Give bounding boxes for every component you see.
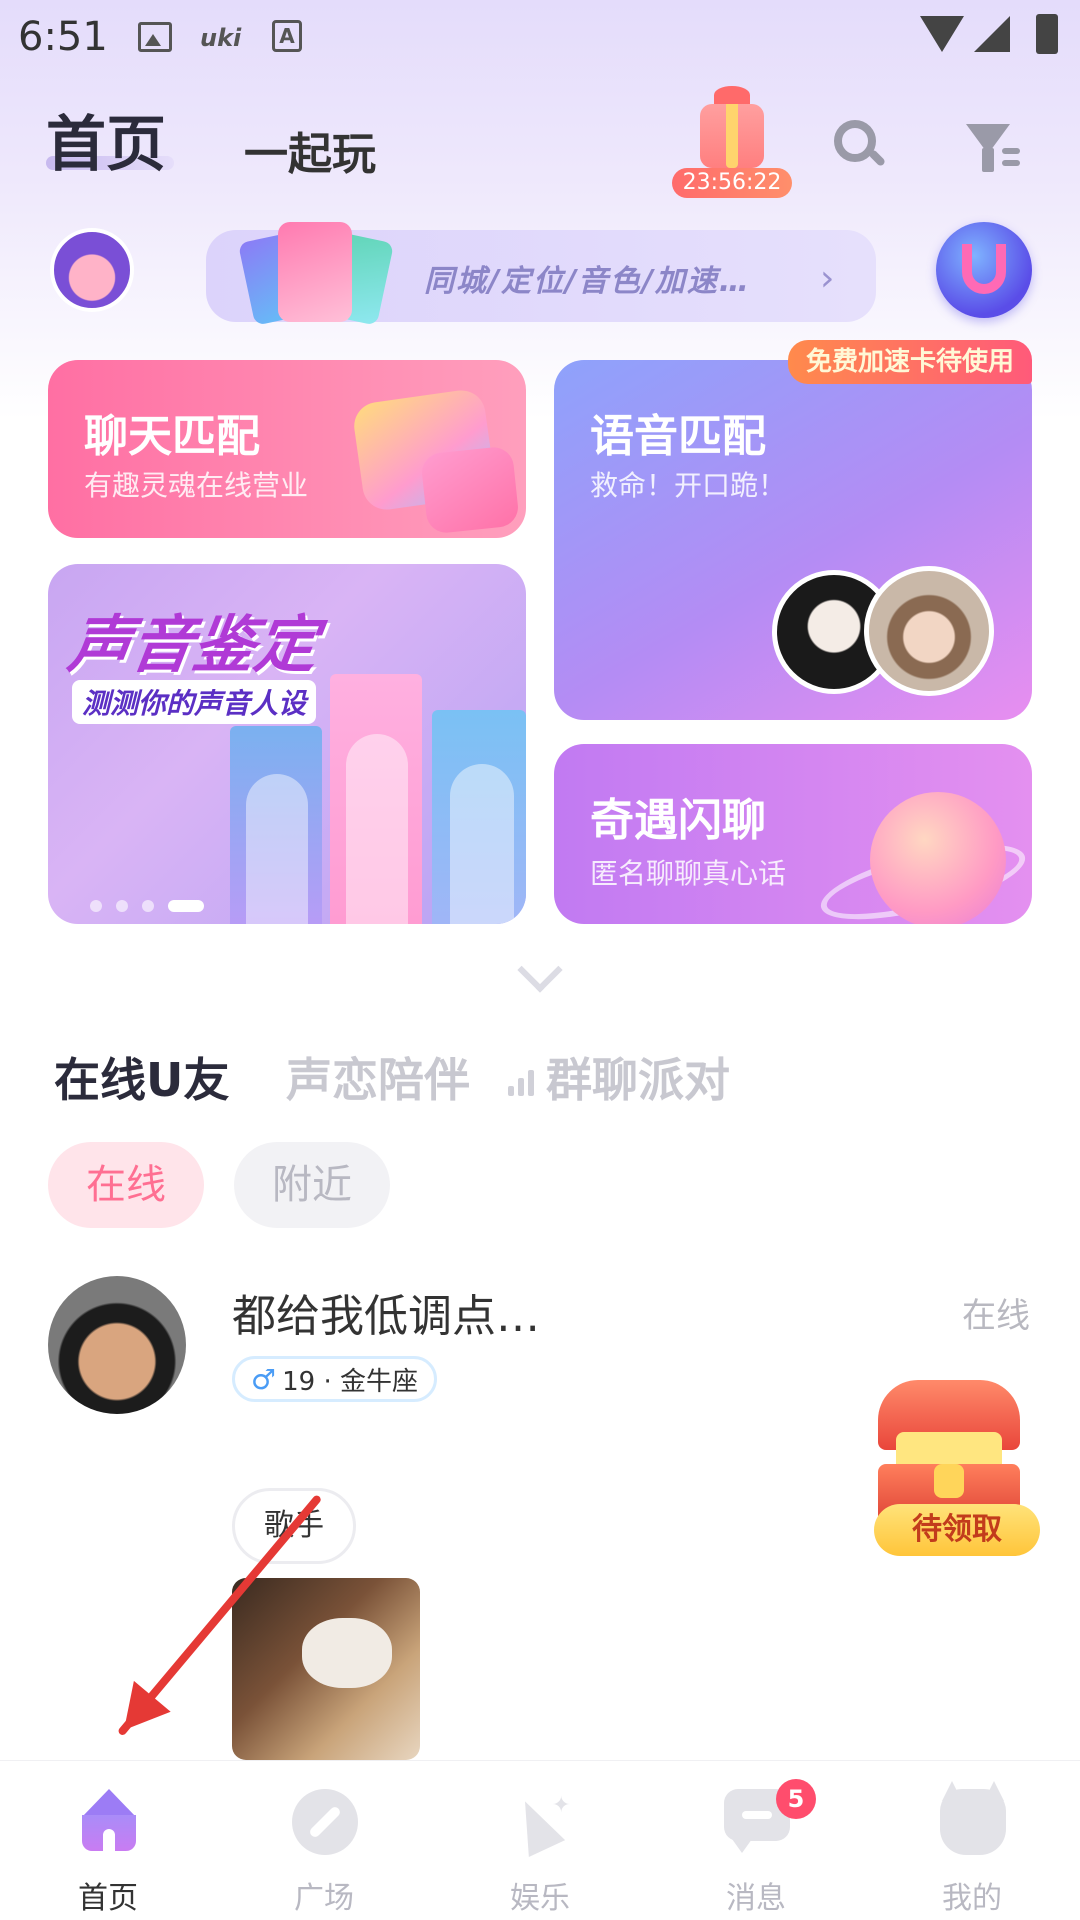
tab-play-together[interactable]: 一起玩 bbox=[244, 118, 376, 182]
chevron-right-icon: › bbox=[820, 258, 835, 299]
chevron-down-icon[interactable] bbox=[514, 960, 564, 986]
voice-test-banner[interactable]: 声音鉴定 测测你的声音人设 bbox=[48, 564, 526, 924]
card-title: 奇遇闪聊 bbox=[590, 795, 766, 846]
banner-title: 声音鉴定 bbox=[64, 608, 323, 681]
nav-item-messages[interactable]: 5 消息 bbox=[648, 1761, 864, 1920]
nav-label: 广场 bbox=[294, 1881, 354, 1916]
status-bar: 6:51 uki A bbox=[0, 0, 1080, 76]
uki-icon: uki bbox=[200, 24, 242, 52]
status-time: 6:51 bbox=[18, 14, 108, 60]
card-subtitle: 有趣灵魂在线营业 bbox=[84, 469, 309, 502]
card-subtitle: 匿名聊聊真心话 bbox=[590, 857, 787, 890]
chip-nearby[interactable]: 附近 bbox=[234, 1142, 390, 1228]
tab-online-friends[interactable]: 在线U友 bbox=[54, 1044, 229, 1110]
carousel-dot-active bbox=[168, 900, 204, 912]
battery-icon bbox=[1036, 14, 1058, 54]
bottom-navigation: 首页 广场 ✦ 娱乐 5 消息 我的 bbox=[0, 1760, 1080, 1920]
tab-voice-companion[interactable]: 声恋陪伴 bbox=[286, 1044, 470, 1110]
accessibility-icon: A bbox=[272, 20, 302, 52]
silhouette-icon bbox=[346, 734, 408, 924]
cards-illustration-icon bbox=[237, 222, 395, 326]
filter-icon[interactable] bbox=[966, 124, 1026, 174]
user-photo[interactable] bbox=[232, 1578, 420, 1760]
nav-item-me[interactable]: 我的 bbox=[864, 1761, 1080, 1920]
banner-text: 同城/定位/音色/加速… bbox=[424, 264, 751, 299]
planet-icon bbox=[870, 792, 1006, 924]
compass-icon bbox=[292, 1789, 358, 1855]
chat-bubble-icon bbox=[420, 445, 520, 535]
image-icon bbox=[138, 22, 172, 52]
nav-label: 我的 bbox=[942, 1881, 1002, 1916]
silhouette-icon bbox=[246, 774, 308, 924]
user-info-tag: ♂ 19 · 金牛座 bbox=[232, 1356, 437, 1402]
user-name[interactable]: 都给我低调点… bbox=[232, 1280, 540, 1344]
card-subtitle: 救命！开口跪！ bbox=[590, 469, 787, 502]
voice-match-card[interactable]: 语音匹配 救命！开口跪！ bbox=[554, 360, 1032, 720]
card-title: 语音匹配 bbox=[590, 411, 766, 462]
nav-item-entertainment[interactable]: ✦ 娱乐 bbox=[432, 1761, 648, 1920]
nav-item-home[interactable]: 首页 bbox=[0, 1761, 216, 1920]
nav-label: 消息 bbox=[726, 1881, 786, 1916]
tab-group-party[interactable]: 群聊派对 bbox=[546, 1044, 730, 1110]
carousel-dot bbox=[142, 900, 154, 912]
search-icon[interactable] bbox=[834, 120, 887, 170]
profile-avatar-button[interactable] bbox=[50, 228, 134, 312]
age-zodiac: 19 · 金牛座 bbox=[282, 1366, 418, 1397]
unread-badge: 5 bbox=[776, 1779, 816, 1819]
carousel-indicator bbox=[90, 900, 204, 912]
audio-bars-icon bbox=[508, 1068, 542, 1096]
silhouette-icon bbox=[450, 764, 514, 924]
user-avatar[interactable] bbox=[48, 1276, 186, 1414]
chip-online[interactable]: 在线 bbox=[48, 1142, 204, 1228]
party-popper-icon: ✦ bbox=[506, 1789, 574, 1858]
gift-icon[interactable] bbox=[700, 86, 764, 168]
wifi-icon bbox=[920, 16, 964, 52]
encounter-chat-card[interactable]: 奇遇闪聊 匿名聊聊真心话 bbox=[554, 744, 1032, 924]
carousel-dot bbox=[116, 900, 128, 912]
banner-subtitle: 测测你的声音人设 bbox=[72, 680, 317, 724]
nav-label: 娱乐 bbox=[510, 1881, 570, 1916]
chat-match-card[interactable]: 聊天匹配 有趣灵魂在线营业 bbox=[48, 360, 526, 538]
nav-label: 首页 bbox=[78, 1881, 138, 1916]
signal-icon bbox=[974, 16, 1010, 52]
avatar bbox=[864, 566, 994, 696]
free-boost-badge: 免费加速卡待使用 bbox=[788, 340, 1032, 384]
carousel-dot bbox=[90, 900, 102, 912]
card-title: 聊天匹配 bbox=[84, 411, 260, 462]
treasure-claim-label[interactable]: 待领取 bbox=[874, 1504, 1040, 1556]
nav-item-square[interactable]: 广场 bbox=[216, 1761, 432, 1920]
tab-home[interactable]: 首页 bbox=[46, 96, 166, 183]
male-icon: ♂ bbox=[251, 1362, 277, 1396]
cat-face-icon bbox=[940, 1781, 1006, 1855]
user-status: 在线 bbox=[962, 1296, 1030, 1336]
magnet-icon[interactable] bbox=[936, 222, 1032, 318]
gift-countdown: 23:56:22 bbox=[672, 168, 792, 198]
home-icon bbox=[76, 1789, 142, 1855]
